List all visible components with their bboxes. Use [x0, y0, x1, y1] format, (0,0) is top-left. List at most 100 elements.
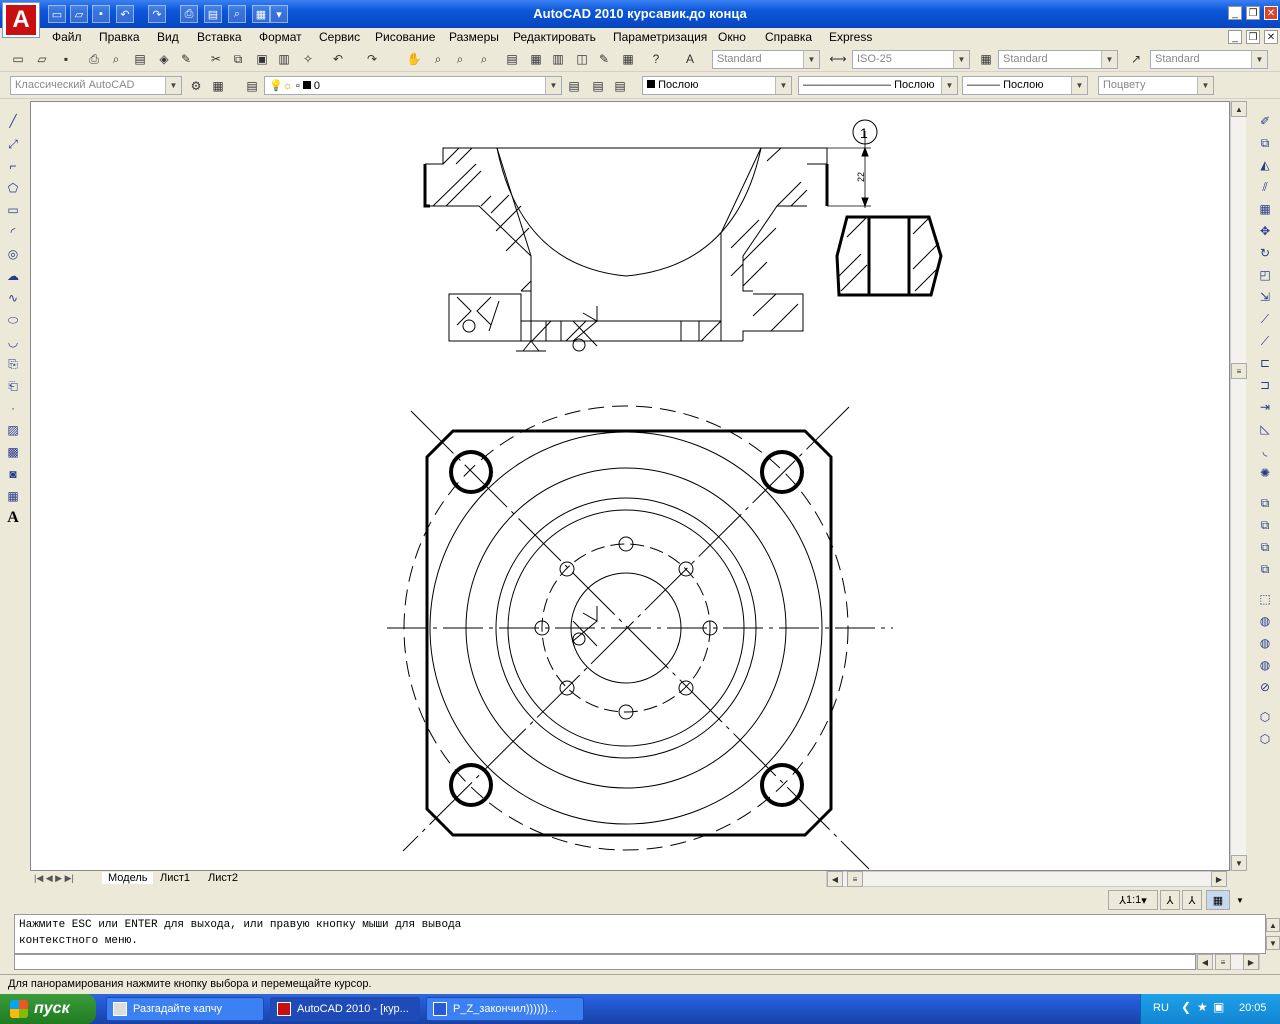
menu-view[interactable]: Вид [157, 30, 179, 44]
undo-icon[interactable]: ↶ [328, 49, 348, 69]
doc-restore-button[interactable]: ❐ [1246, 30, 1260, 44]
redo-icon[interactable]: ↷ [362, 49, 382, 69]
vertical-scrollbar[interactable]: ▲ ≡ ▼ [1230, 101, 1247, 871]
status-menu-icon[interactable]: ▼ [1234, 890, 1246, 910]
plot-preview-icon[interactable]: ⌕ [106, 49, 126, 69]
hatch-icon[interactable]: ▨ [3, 420, 23, 440]
workspace-switch-icon[interactable]: ▦ [1206, 890, 1230, 910]
markup-icon[interactable]: ✎ [594, 49, 614, 69]
table-style-select[interactable]: Standard ▼ [998, 50, 1118, 69]
application-menu-button[interactable]: A [2, 2, 40, 38]
bring-above-icon[interactable]: ⧉ [1255, 537, 1275, 557]
globe-off-icon[interactable]: ⊘ [1255, 677, 1275, 697]
layer-properties-icon[interactable]: ▤ [242, 76, 262, 96]
fillet-icon[interactable]: ◟ [1255, 441, 1275, 461]
doc-close-button[interactable]: ✕ [1264, 30, 1278, 44]
properties-icon[interactable]: ▤ [502, 49, 522, 69]
workspace-settings-icon[interactable]: ⚙ [186, 76, 206, 96]
move-icon[interactable]: ✥ [1255, 221, 1275, 241]
join-icon[interactable]: ⇥ [1255, 397, 1275, 417]
task-autocad[interactable]: AutoCAD 2010 - [кур... [270, 997, 420, 1021]
vertical-scroll-thumb[interactable]: ≡ [1231, 363, 1247, 379]
ucs-world-icon[interactable]: ⬡ [1255, 729, 1275, 749]
zoom-realtime-icon[interactable]: ⌕ [428, 49, 448, 69]
globe-icon[interactable]: ◍ [1255, 611, 1275, 631]
command-scroll-up-button[interactable]: ▲ [1266, 918, 1280, 932]
drawing-canvas[interactable]: 1 22 [30, 101, 1230, 871]
color-select[interactable]: Послою ▼ [642, 76, 792, 95]
chamfer-icon[interactable]: ◺ [1255, 419, 1275, 439]
workspace-select[interactable]: Классический AutoCAD ▼ [10, 76, 182, 95]
mirror-icon[interactable]: ◭ [1255, 155, 1275, 175]
language-indicator[interactable]: RU [1153, 1002, 1169, 1014]
polyline-icon[interactable]: ⌐ [3, 156, 23, 176]
tab-layout1[interactable]: Лист1 [160, 872, 190, 884]
restore-button[interactable]: ❐ [1246, 6, 1260, 20]
text-style-select[interactable]: Standard ▼ [712, 50, 820, 69]
ellipse-icon[interactable]: ⬭ [3, 310, 23, 330]
task-captcha[interactable]: Разгадайте капчу [106, 997, 264, 1021]
save-icon[interactable]: ▪ [56, 49, 76, 69]
mtext-icon[interactable]: A [3, 508, 23, 528]
globe-remove-icon[interactable]: ◍ [1255, 655, 1275, 675]
help-icon[interactable]: ? [646, 49, 666, 69]
menu-modify[interactable]: Редактировать [513, 30, 596, 44]
command-hscrollbar[interactable]: ◀ ≡ ▶ [1196, 954, 1260, 970]
linetype-select[interactable]: ———————— Послою ▼ [798, 76, 958, 95]
close-button[interactable]: ✕ [1264, 6, 1278, 20]
command-scrollbar[interactable]: ▲ ▼ [1266, 914, 1280, 954]
command-scroll-down-button[interactable]: ▼ [1266, 936, 1280, 950]
qnew-icon[interactable]: ▭ [8, 49, 28, 69]
menu-edit[interactable]: Правка [99, 30, 140, 44]
ellipse-arc-icon[interactable]: ◡ [3, 332, 23, 352]
3d-dwf-icon[interactable]: ◈ [154, 49, 174, 69]
polygon-icon[interactable]: ⬠ [3, 178, 23, 198]
menu-format[interactable]: Формат [259, 30, 302, 44]
pan-icon[interactable]: ✋ [404, 49, 424, 69]
table-icon[interactable]: ▦ [3, 486, 23, 506]
doc-minimize-button[interactable]: _ [1228, 30, 1242, 44]
menu-help[interactable]: Справка [765, 30, 812, 44]
scroll-right-button[interactable]: ▶ [1211, 871, 1227, 887]
command-scroll-left-button[interactable]: ◀ [1197, 954, 1213, 970]
region-icon[interactable]: ◙ [3, 464, 23, 484]
construction-line-icon[interactable]: ⤢ [3, 134, 23, 154]
etransmit-icon[interactable]: ✎ [176, 49, 196, 69]
menu-insert[interactable]: Вставка [197, 30, 242, 44]
tab-model[interactable]: Модель [102, 872, 154, 884]
sheet-set-icon[interactable]: ◫ [572, 49, 592, 69]
offset-icon[interactable]: ⫽ [1255, 177, 1275, 197]
scroll-up-button[interactable]: ▲ [1231, 101, 1247, 117]
mleader-style-select[interactable]: Standard ▼ [1150, 50, 1268, 69]
table-style-icon[interactable]: ▦ [976, 49, 996, 69]
copy-icon[interactable]: ⧉ [228, 49, 248, 69]
workspace-save-icon[interactable]: ▦ [208, 76, 228, 96]
draw-order-front-icon[interactable]: ⧉ [1255, 493, 1275, 513]
break-at-point-icon[interactable]: ⊏ [1255, 353, 1275, 373]
task-word-document[interactable]: P_Z_закончил))))))... [426, 997, 584, 1021]
stretch-icon[interactable]: ⇲ [1255, 287, 1275, 307]
zoom-window-icon[interactable]: ⌕ [450, 49, 470, 69]
explode-icon[interactable]: ✺ [1255, 463, 1275, 483]
cut-icon[interactable]: ✂ [206, 49, 226, 69]
network-icon[interactable]: ▣ [1213, 1000, 1224, 1014]
horizontal-scroll-thumb[interactable]: ≡ [847, 871, 863, 887]
paste-icon[interactable]: ▣ [252, 49, 272, 69]
view-cube-icon[interactable]: ⬚ [1255, 589, 1275, 609]
dim-style-select[interactable]: ISO-25 ▼ [852, 50, 970, 69]
annotation-scale-select[interactable]: ⅄ 1:1 ▾ [1108, 890, 1158, 910]
circle-icon[interactable]: ◎ [3, 244, 23, 264]
annotation-visibility-icon[interactable]: ⅄ [1160, 890, 1180, 910]
menu-window[interactable]: Окно [718, 30, 746, 44]
point-icon[interactable]: · [3, 398, 23, 418]
auto-scale-icon[interactable]: ⅄ [1182, 890, 1202, 910]
menu-file[interactable]: Файл [52, 30, 82, 44]
dim-style-icon[interactable]: ⟷ [828, 49, 848, 69]
menu-express[interactable]: Express [829, 30, 872, 44]
scroll-down-button[interactable]: ▼ [1231, 855, 1247, 871]
horizontal-scrollbar[interactable]: ◀ ≡ ▶ [826, 871, 1227, 887]
send-under-icon[interactable]: ⧉ [1255, 559, 1275, 579]
layer-previous-icon[interactable]: ▤ [588, 76, 608, 96]
array-icon[interactable]: ▦ [1255, 199, 1275, 219]
erase-icon[interactable]: ✐ [1255, 111, 1275, 131]
